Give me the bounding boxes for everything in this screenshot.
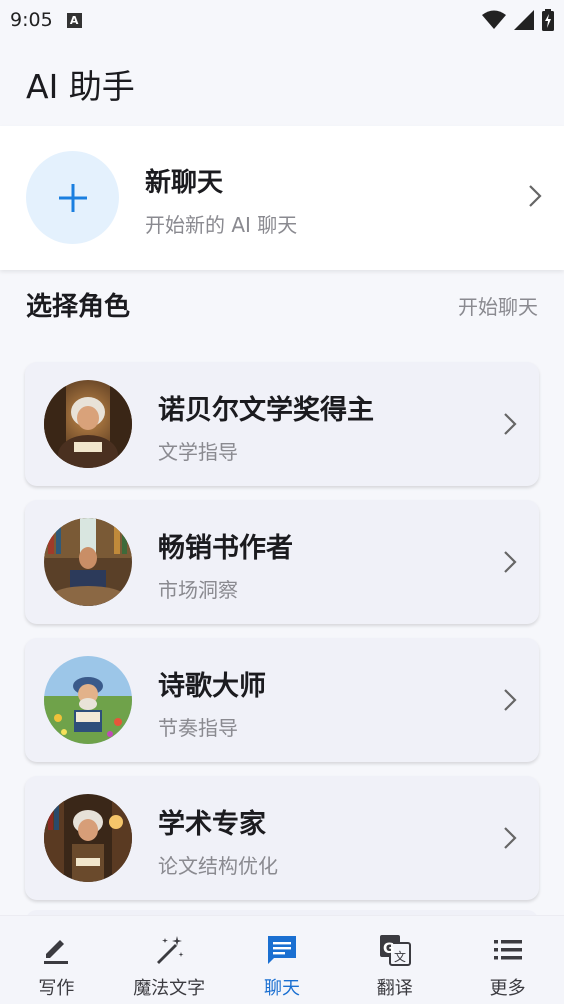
role-card-nobel[interactable]: 诺贝尔文学奖得主 文学指导 — [25, 362, 539, 486]
chat-icon — [264, 932, 300, 968]
section-title: 选择角色 — [26, 292, 131, 322]
academic-expert-avatar — [44, 794, 132, 882]
status-icons — [482, 9, 554, 31]
bottom-nav: 写作 魔法文字 聊天 G 文 翻译 更多 — [0, 915, 564, 1004]
role-name: 诺贝尔文学奖得主 — [158, 395, 374, 426]
nav-label: 翻译 — [376, 978, 413, 999]
start-chat-link[interactable]: 开始聊天 — [458, 291, 538, 320]
chevron-right-icon — [504, 551, 517, 573]
role-desc: 节奏指导 — [158, 716, 238, 740]
role-card-poetry[interactable]: 诗歌大师 节奏指导 — [25, 638, 539, 762]
translate-icon: G 文 — [377, 932, 413, 968]
status-time: 9:05 — [10, 9, 53, 31]
signal-icon — [514, 10, 534, 30]
role-card-academic[interactable]: 学术专家 论文结构优化 — [25, 776, 539, 900]
svg-text:G: G — [383, 941, 395, 957]
role-name: 诗歌大师 — [158, 671, 266, 702]
pen-icon — [38, 932, 74, 968]
new-chat-icon-circle — [26, 151, 119, 244]
role-desc: 文学指导 — [158, 440, 238, 464]
nav-item-chat[interactable]: 聊天 — [226, 916, 339, 1004]
nobel-laureate-avatar — [44, 380, 132, 468]
role-desc: 市场洞察 — [158, 578, 238, 602]
chevron-right-icon — [529, 185, 542, 207]
nav-item-more[interactable]: 更多 — [451, 916, 564, 1004]
chevron-right-icon — [504, 413, 517, 435]
role-list: 诺贝尔文学奖得主 文学指导 畅销书作者 市场洞察 诗歌大师 节奏指导 学术专家 … — [25, 362, 539, 914]
svg-text:文: 文 — [394, 949, 406, 964]
plus-icon — [58, 183, 87, 212]
chevron-right-icon — [504, 689, 517, 711]
role-desc: 论文结构优化 — [158, 854, 278, 878]
status-bar: 9:05 A — [0, 0, 564, 40]
nav-item-write[interactable]: 写作 — [0, 916, 113, 1004]
magic-wand-icon — [151, 932, 187, 968]
page-title: AI 助手 — [26, 67, 135, 106]
wifi-icon — [482, 10, 506, 29]
role-card-bestseller[interactable]: 畅销书作者 市场洞察 — [25, 500, 539, 624]
role-name: 畅销书作者 — [158, 533, 293, 564]
poetry-master-avatar — [44, 656, 132, 744]
battery-icon — [542, 9, 554, 31]
role-name: 学术专家 — [158, 809, 266, 840]
nav-label: 写作 — [38, 978, 75, 999]
nav-item-translate[interactable]: G 文 翻译 — [338, 916, 451, 1004]
list-icon — [490, 932, 526, 968]
nav-label: 聊天 — [263, 978, 300, 999]
nav-label: 魔法文字 — [133, 978, 206, 999]
chevron-right-icon — [504, 827, 517, 849]
bestseller-author-avatar — [44, 518, 132, 606]
notification-icon: A — [66, 12, 82, 28]
nav-label: 更多 — [489, 978, 526, 999]
new-chat-subtitle: 开始新的 AI 聊天 — [145, 213, 298, 237]
new-chat-card[interactable]: 新聊天 开始新的 AI 聊天 — [0, 126, 564, 270]
nav-item-magic[interactable]: 魔法文字 — [113, 916, 226, 1004]
new-chat-title: 新聊天 — [145, 168, 224, 198]
